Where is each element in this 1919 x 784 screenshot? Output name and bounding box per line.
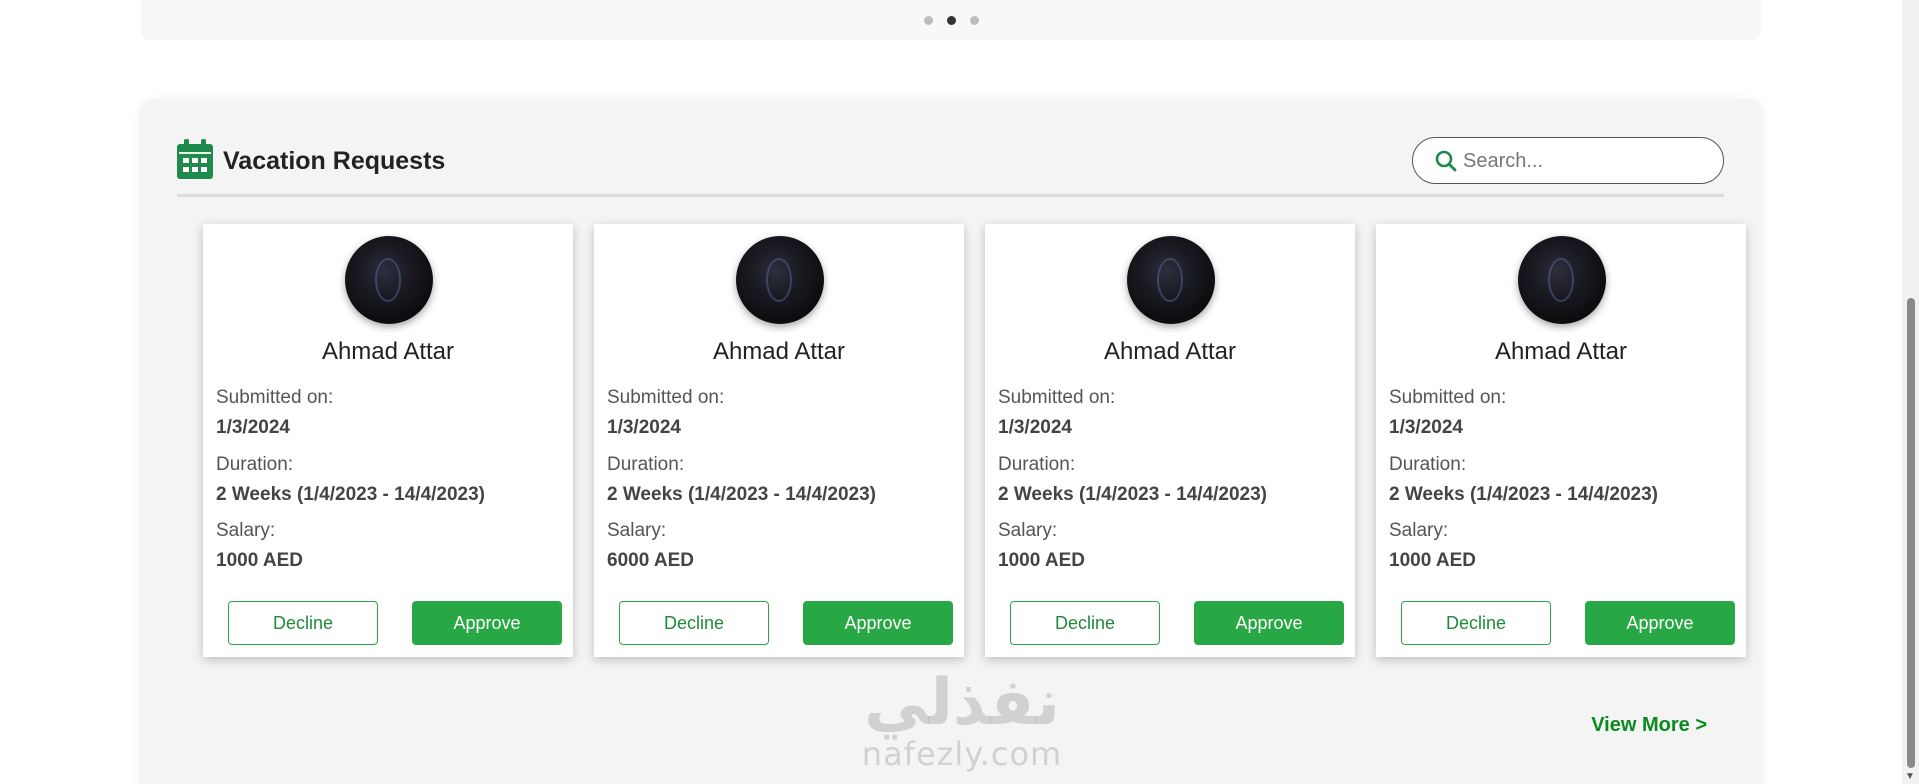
employee-name: Ahmad Attar xyxy=(1103,338,1237,365)
submitted-value: 1/3/2024 xyxy=(998,417,1072,438)
approve-button[interactable]: Approve xyxy=(1585,601,1735,645)
carousel-dot-active[interactable] xyxy=(946,16,956,25)
duration-label: Duration: xyxy=(216,454,294,475)
employee-name: Ahmad Attar xyxy=(321,338,455,365)
submitted-value: 1/3/2024 xyxy=(1389,417,1463,438)
salary-value: 1000 AED xyxy=(216,550,303,571)
section-header: Vacation Requests xyxy=(177,137,1724,197)
request-card: Ahmad Attar Submitted on: 1/3/2024 Durat… xyxy=(594,224,964,657)
carousel-footer xyxy=(141,0,1761,40)
duration-value: 2 Weeks (1/4/2023 - 14/4/2023) xyxy=(216,484,486,505)
avatar xyxy=(1127,236,1215,324)
salary-label: Salary: xyxy=(607,520,667,541)
approve-button[interactable]: Approve xyxy=(412,601,562,645)
avatar xyxy=(736,236,824,324)
decline-button[interactable]: Decline xyxy=(1401,601,1551,645)
salary-label: Salary: xyxy=(1389,520,1449,541)
salary-label: Salary: xyxy=(216,520,276,541)
submitted-label: Submitted on: xyxy=(1389,387,1507,408)
avatar xyxy=(345,236,433,324)
scroll-down-arrow-icon[interactable]: ▼ xyxy=(1905,771,1915,782)
search-input[interactable] xyxy=(1463,146,1708,176)
duration-label: Duration: xyxy=(607,454,685,475)
submitted-value: 1/3/2024 xyxy=(216,417,290,438)
duration-label: Duration: xyxy=(998,454,1076,475)
duration-value: 2 Weeks (1/4/2023 - 14/4/2023) xyxy=(1389,484,1659,505)
search-box[interactable] xyxy=(1412,137,1724,184)
section-title: Vacation Requests xyxy=(223,147,446,175)
request-card: Ahmad Attar Submitted on: 1/3/2024 Durat… xyxy=(1376,224,1746,657)
approve-button[interactable]: Approve xyxy=(1194,601,1344,645)
duration-value: 2 Weeks (1/4/2023 - 14/4/2023) xyxy=(998,484,1268,505)
duration-value: 2 Weeks (1/4/2023 - 14/4/2023) xyxy=(607,484,877,505)
approve-button[interactable]: Approve xyxy=(803,601,953,645)
submitted-label: Submitted on: xyxy=(607,387,725,408)
submitted-value: 1/3/2024 xyxy=(607,417,681,438)
request-cards: Ahmad Attar Submitted on: 1/3/2024 Durat… xyxy=(203,224,1746,657)
calendar-icon xyxy=(177,139,213,179)
salary-value: 1000 AED xyxy=(1389,550,1476,571)
search-icon xyxy=(1435,150,1457,172)
carousel-dot[interactable] xyxy=(923,16,933,25)
request-card: Ahmad Attar Submitted on: 1/3/2024 Durat… xyxy=(203,224,573,657)
salary-label: Salary: xyxy=(998,520,1058,541)
watermark: نفذلي nafezly.com xyxy=(852,670,1072,784)
decline-button[interactable]: Decline xyxy=(228,601,378,645)
salary-value: 6000 AED xyxy=(607,550,694,571)
submitted-label: Submitted on: xyxy=(998,387,1116,408)
decline-button[interactable]: Decline xyxy=(1010,601,1160,645)
duration-label: Duration: xyxy=(1389,454,1467,475)
avatar xyxy=(1518,236,1606,324)
watermark-arabic: نفذلي xyxy=(864,666,1060,740)
salary-value: 1000 AED xyxy=(998,550,1085,571)
decline-button[interactable]: Decline xyxy=(619,601,769,645)
watermark-latin: nafezly.com xyxy=(861,735,1063,773)
page-scrollbar[interactable]: ▼ xyxy=(1902,0,1919,784)
request-card: Ahmad Attar Submitted on: 1/3/2024 Durat… xyxy=(985,224,1355,657)
scrollbar-thumb[interactable] xyxy=(1907,298,1915,768)
carousel-dot[interactable] xyxy=(969,16,979,25)
carousel-dots xyxy=(141,16,1761,25)
submitted-label: Submitted on: xyxy=(216,387,334,408)
employee-name: Ahmad Attar xyxy=(712,338,846,365)
view-more-link[interactable]: View More > xyxy=(1591,714,1707,737)
employee-name: Ahmad Attar xyxy=(1494,338,1628,365)
